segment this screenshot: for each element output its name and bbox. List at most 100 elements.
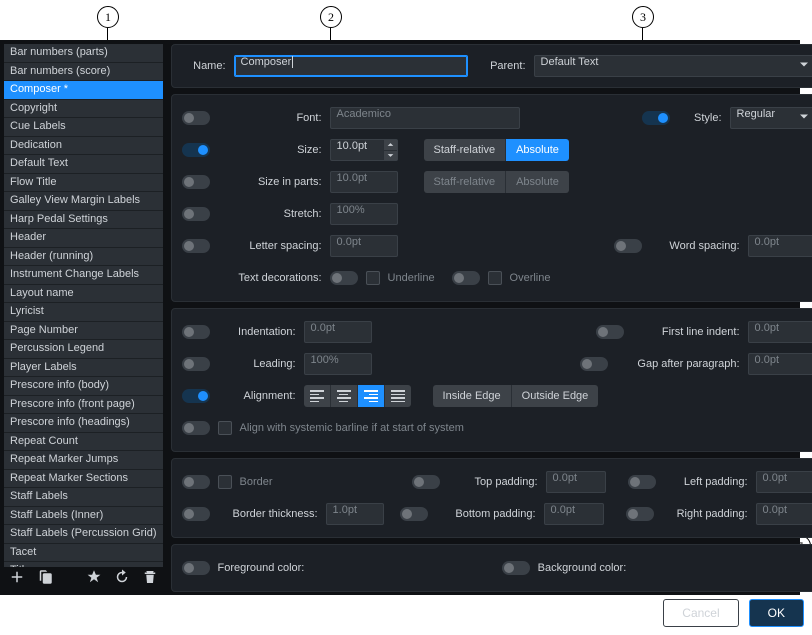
leading-toggle[interactable] [182, 357, 210, 371]
font-override-toggle[interactable] [182, 111, 210, 125]
gap-input[interactable]: 0.0pt [748, 353, 812, 375]
overline-toggle[interactable] [452, 271, 480, 285]
size-parts-override-toggle[interactable] [182, 175, 210, 189]
style-item[interactable]: Staff Labels (Percussion Grid) [4, 525, 163, 544]
alignment-label: Alignment: [218, 390, 296, 402]
favorite-button[interactable] [85, 568, 103, 591]
style-item[interactable]: Bar numbers (score) [4, 63, 163, 82]
style-item[interactable]: Page Number [4, 322, 163, 341]
style-item[interactable]: Staff Labels [4, 488, 163, 507]
style-select[interactable]: Regular [730, 107, 812, 129]
style-item[interactable]: Header [4, 229, 163, 248]
left-pad-toggle[interactable] [628, 475, 656, 489]
border-toggle[interactable] [182, 475, 210, 489]
style-item[interactable]: Prescore info (body) [4, 377, 163, 396]
align-right-button[interactable] [358, 385, 385, 407]
alignment-toggle[interactable] [182, 389, 210, 403]
right-pad-input[interactable]: 0.0pt [756, 503, 812, 525]
barline-align-checkbox[interactable] [218, 421, 232, 435]
style-item[interactable]: Copyright [4, 100, 163, 119]
ok-button[interactable]: OK [749, 599, 804, 627]
outside-edge-button[interactable]: Outside Edge [512, 385, 599, 407]
delete-button[interactable] [141, 568, 159, 591]
style-item[interactable]: Harp Pedal Settings [4, 211, 163, 230]
spin-down-icon[interactable] [383, 151, 397, 161]
styles-list[interactable]: Bar numbers (parts)Bar numbers (score)Co… [4, 44, 163, 567]
align-left-button[interactable] [304, 385, 331, 407]
indent-toggle[interactable] [182, 325, 210, 339]
gap-toggle[interactable] [580, 357, 608, 371]
style-item[interactable]: Prescore info (headings) [4, 414, 163, 433]
align-justify-button[interactable] [385, 385, 411, 407]
thick-toggle[interactable] [182, 507, 210, 521]
style-item[interactable]: Instrument Change Labels [4, 266, 163, 285]
style-item[interactable]: Layout name [4, 285, 163, 304]
name-input[interactable]: Composer [234, 55, 468, 77]
bg-color-toggle[interactable] [502, 561, 530, 575]
stretch-input[interactable]: 100% [330, 203, 398, 225]
size-staff-relative-button[interactable]: Staff-relative [424, 139, 507, 161]
style-item[interactable]: Lyricist [4, 303, 163, 322]
stretch-override-toggle[interactable] [182, 207, 210, 221]
parent-label: Parent: [476, 60, 526, 72]
align-center-button[interactable] [331, 385, 358, 407]
callout-3: 3 [632, 6, 654, 28]
size-override-toggle[interactable] [182, 143, 210, 157]
style-item[interactable]: Default Text [4, 155, 163, 174]
letter-spacing-toggle[interactable] [182, 239, 210, 253]
style-item[interactable]: Repeat Count [4, 433, 163, 452]
fg-color-toggle[interactable] [182, 561, 210, 575]
thick-input[interactable]: 1.0pt [326, 503, 384, 525]
style-item[interactable]: Repeat Marker Sections [4, 470, 163, 489]
underline-checkbox[interactable] [366, 271, 380, 285]
word-spacing-toggle[interactable] [614, 239, 642, 253]
style-item[interactable]: Galley View Margin Labels [4, 192, 163, 211]
style-item[interactable]: Bar numbers (parts) [4, 44, 163, 63]
indent-input[interactable]: 0.0pt [304, 321, 372, 343]
size-parts-absolute-button[interactable]: Absolute [506, 171, 569, 193]
size-absolute-button[interactable]: Absolute [506, 139, 569, 161]
size-spinner[interactable] [383, 140, 397, 160]
style-item[interactable]: Player Labels [4, 359, 163, 378]
letter-spacing-input[interactable]: 0.0pt [330, 235, 398, 257]
cancel-button[interactable]: Cancel [663, 599, 738, 627]
top-pad-input[interactable]: 0.0pt [546, 471, 606, 493]
style-item[interactable]: Cue Labels [4, 118, 163, 137]
inside-edge-button[interactable]: Inside Edge [433, 385, 512, 407]
style-item[interactable]: Staff Labels (Inner) [4, 507, 163, 526]
style-item[interactable]: Composer * [4, 81, 163, 100]
first-line-toggle[interactable] [596, 325, 624, 339]
bottom-pad-input[interactable]: 0.0pt [544, 503, 604, 525]
right-pad-label: Right padding: [662, 508, 748, 520]
leading-input[interactable]: 100% [304, 353, 372, 375]
duplicate-style-button[interactable] [36, 568, 54, 591]
parent-select[interactable]: Default Text [534, 55, 812, 77]
underline-toggle[interactable] [330, 271, 358, 285]
style-item[interactable]: Percussion Legend [4, 340, 163, 359]
right-pad-toggle[interactable] [626, 507, 654, 521]
border-checkbox[interactable] [218, 475, 232, 489]
overline-checkbox[interactable] [488, 271, 502, 285]
bottom-pad-toggle[interactable] [400, 507, 428, 521]
size-parts-staff-relative-button[interactable]: Staff-relative [424, 171, 507, 193]
style-item[interactable]: Prescore info (front page) [4, 396, 163, 415]
spin-up-icon[interactable] [383, 140, 397, 151]
first-line-input[interactable]: 0.0pt [748, 321, 812, 343]
size-parts-input[interactable]: 10.0pt [330, 171, 398, 193]
left-pad-input[interactable]: 0.0pt [756, 471, 812, 493]
style-item[interactable]: Dedication [4, 137, 163, 156]
style-item[interactable]: Repeat Marker Jumps [4, 451, 163, 470]
style-override-toggle[interactable] [642, 111, 670, 125]
word-spacing-input[interactable]: 0.0pt [748, 235, 812, 257]
style-item[interactable]: Header (running) [4, 248, 163, 267]
style-item[interactable]: Flow Title [4, 174, 163, 193]
size-parts-label: Size in parts: [218, 176, 322, 188]
style-item[interactable]: Tacet [4, 544, 163, 563]
size-input[interactable]: 10.0pt [330, 139, 398, 161]
reset-button[interactable] [113, 568, 131, 591]
barline-align-toggle[interactable] [182, 421, 210, 435]
top-pad-toggle[interactable] [412, 475, 440, 489]
callout-1: 1 [97, 6, 119, 28]
font-input[interactable]: Academico [330, 107, 520, 129]
add-style-button[interactable] [8, 568, 26, 591]
